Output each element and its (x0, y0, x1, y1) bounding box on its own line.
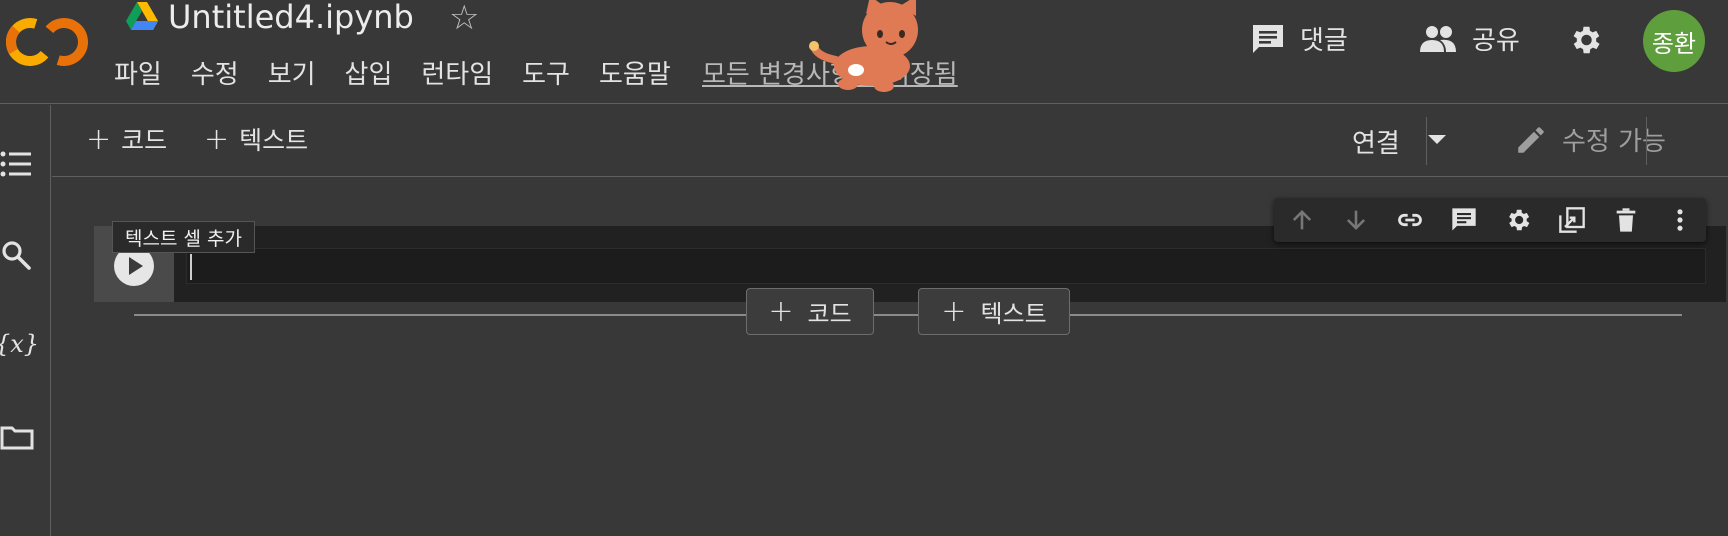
editable-label: 수정 가능 (1562, 127, 1666, 157)
plus-icon: + (86, 121, 112, 157)
add-text-label: 텍스트 (239, 126, 309, 155)
code-editor[interactable] (186, 248, 1706, 284)
notebook-toolbar: + 코드 + 텍스트 연결 수정 가능 (52, 105, 1728, 177)
share-label: 공유 (1472, 26, 1520, 56)
menu-item-help[interactable]: 도움말 (599, 54, 671, 91)
arrow-down-icon[interactable] (1342, 206, 1370, 234)
menu-item-file[interactable]: 파일 (114, 54, 162, 91)
menu-item-tools[interactable]: 도구 (522, 54, 570, 91)
plus-icon: + (768, 294, 794, 329)
arrow-up-icon[interactable] (1288, 206, 1316, 234)
tooltip: 텍스트 셀 추가 (112, 221, 255, 253)
colab-app: Untitled4.ipynb ☆ 파일 수정 보기 삽입 런타임 도구 도움말… (0, 0, 1728, 536)
divider (1646, 117, 1647, 165)
comments-button[interactable]: 댓글 (1250, 20, 1348, 57)
gear-icon[interactable] (1504, 206, 1532, 234)
menu-item-insert[interactable]: 삽입 (345, 54, 393, 91)
add-text-cell-label: 텍스트 (980, 300, 1047, 328)
divider (1426, 117, 1427, 165)
notebook-title[interactable]: Untitled4.ipynb (168, 0, 414, 36)
plus-icon: + (941, 294, 967, 329)
header-bar: Untitled4.ipynb ☆ 파일 수정 보기 삽입 런타임 도구 도움말… (0, 0, 1728, 104)
link-icon[interactable] (1396, 206, 1424, 234)
mirror-cell-icon[interactable] (1558, 206, 1586, 234)
pencil-icon (1518, 126, 1544, 153)
add-cell-divider (134, 314, 1682, 316)
avatar[interactable]: 종환 (1643, 10, 1705, 72)
google-drive-icon[interactable] (126, 2, 158, 30)
share-button[interactable]: 공유 (1418, 20, 1520, 57)
toc-icon[interactable] (0, 147, 34, 181)
people-icon (1420, 25, 1456, 52)
gear-icon[interactable] (1567, 22, 1603, 58)
menu-item-runtime[interactable]: 런타임 (421, 54, 493, 91)
chevron-down-icon[interactable] (1428, 135, 1446, 144)
add-code-cell-label: 코드 (807, 300, 852, 328)
comments-label: 댓글 (1300, 26, 1348, 56)
connect-button[interactable]: 연결 (1352, 123, 1400, 160)
delete-icon[interactable] (1612, 206, 1640, 234)
more-vert-icon[interactable] (1666, 206, 1694, 234)
left-rail: {𝑥} (0, 105, 51, 536)
menu-bar: 파일 수정 보기 삽입 런타임 도구 도움말 (114, 54, 700, 91)
folder-icon[interactable] (0, 421, 34, 455)
text-cursor (190, 254, 192, 280)
menu-item-view[interactable]: 보기 (268, 54, 316, 91)
add-code-button[interactable]: + 코드 (86, 121, 167, 157)
colab-logo[interactable] (0, 6, 96, 78)
editable-status[interactable]: 수정 가능 (1514, 121, 1666, 158)
add-code-cell-button[interactable]: + 코드 (746, 288, 874, 335)
cat-mascot (809, 0, 918, 92)
menu-item-edit[interactable]: 수정 (191, 54, 239, 91)
add-code-label: 코드 (121, 126, 168, 155)
star-icon[interactable]: ☆ (449, 0, 479, 38)
cell-toolbar (1274, 198, 1706, 242)
comment-icon[interactable] (1450, 206, 1478, 234)
plus-icon: + (204, 121, 230, 157)
search-icon[interactable] (0, 239, 34, 273)
add-text-cell-button[interactable]: + 텍스트 (918, 288, 1070, 335)
comment-icon (1253, 24, 1283, 53)
variables-icon[interactable]: {𝑥} (0, 327, 39, 361)
add-text-button[interactable]: + 텍스트 (204, 121, 308, 157)
